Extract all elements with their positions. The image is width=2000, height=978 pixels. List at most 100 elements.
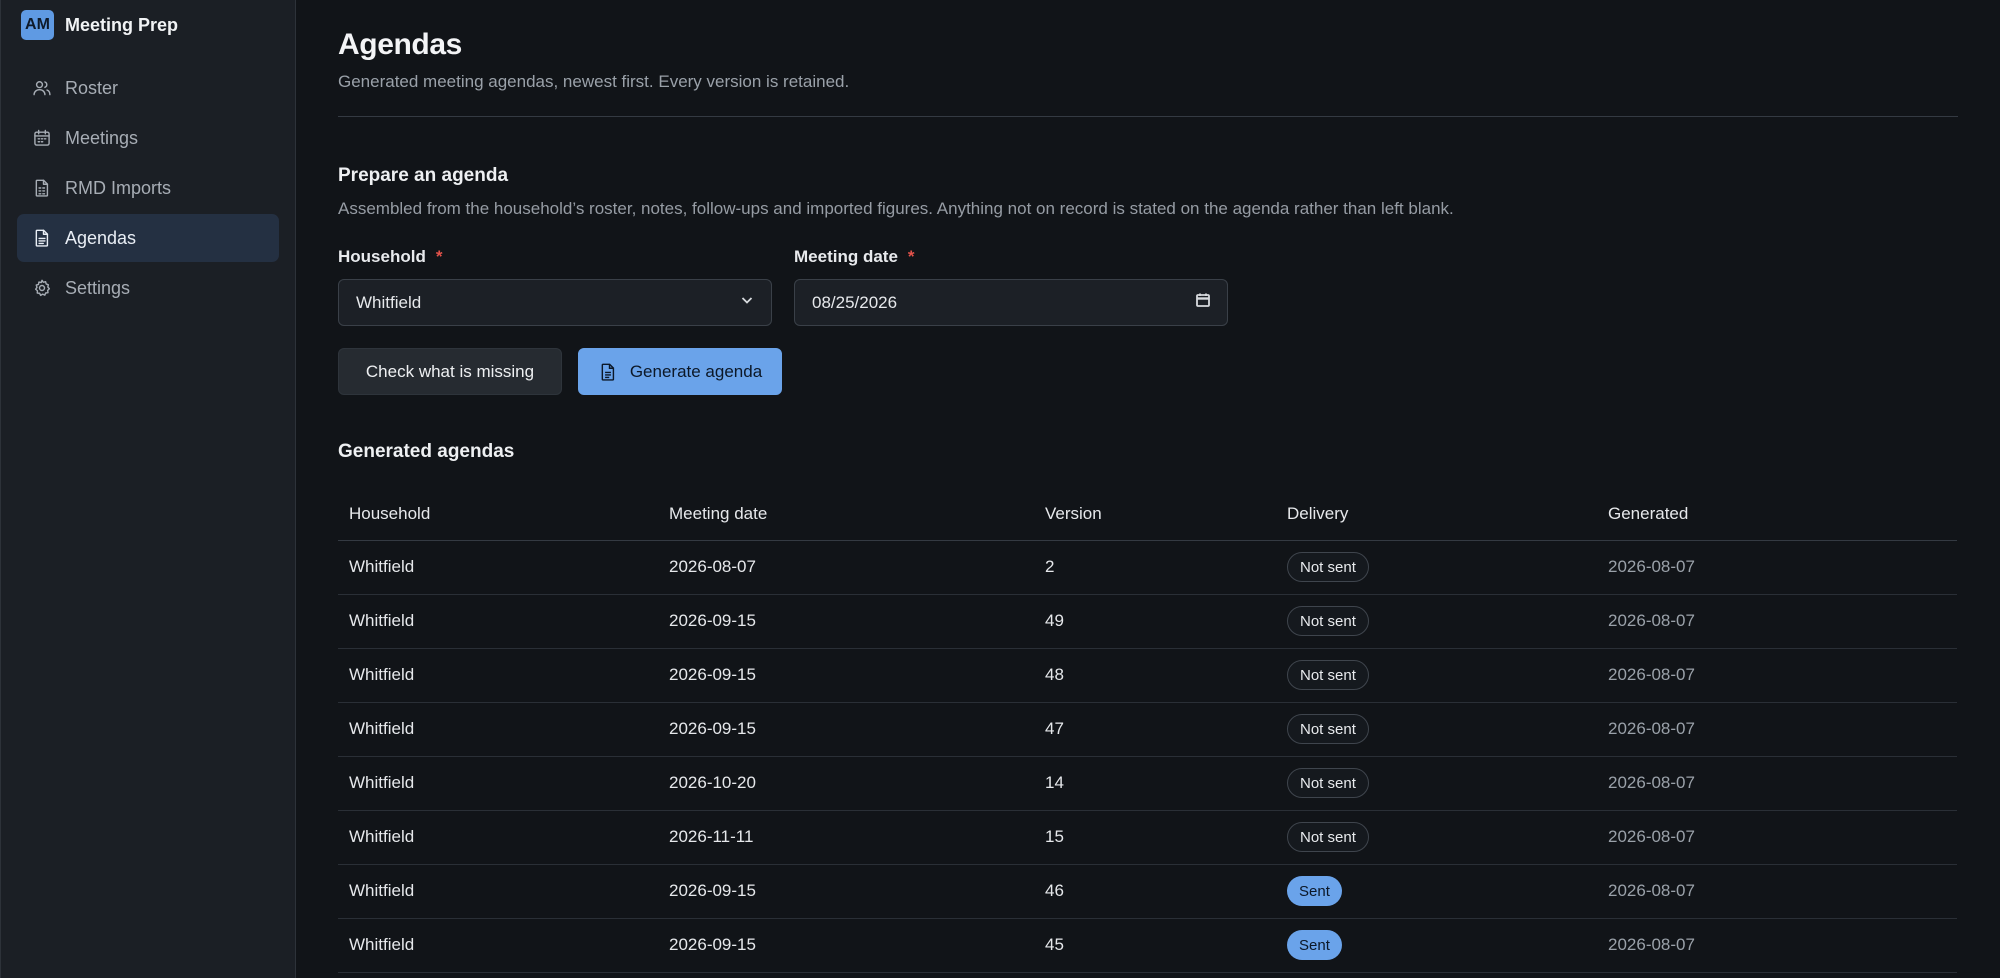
cell-generated: 2026-08-07: [1597, 918, 1957, 973]
column-header-generated[interactable]: Generated: [1597, 489, 1957, 541]
status-badge: Not sent: [1287, 714, 1369, 744]
sidebar-item-label: Roster: [65, 77, 119, 98]
cell-delivery: Not sent: [1276, 810, 1597, 865]
table-row[interactable]: Whitfield 2026-10-20 14 Not sent 2026-08-07: [338, 756, 1957, 811]
table-header-row: Household Meeting date Version Delivery …: [338, 489, 1957, 541]
generate-agenda-button[interactable]: Generate agenda: [578, 348, 782, 395]
agendas-table: Household Meeting date Version Delivery …: [338, 489, 1957, 973]
document-icon: [598, 362, 630, 382]
sidebar-item-agendas[interactable]: Agendas: [17, 214, 279, 262]
status-badge: Sent: [1287, 876, 1342, 906]
cell-meeting-date: 2026-09-15: [658, 918, 1034, 973]
cell-meeting-date: 2026-11-11: [658, 810, 1034, 865]
document-icon: [31, 227, 53, 249]
cell-version: 45: [1034, 918, 1276, 973]
spreadsheet-icon: [31, 177, 53, 199]
cell-household: Whitfield: [338, 648, 658, 703]
column-header-household[interactable]: Household: [338, 489, 658, 541]
generated-agendas-section: Generated agendas Household Meeting date…: [338, 441, 1958, 973]
sidebar-item-meetings[interactable]: Meetings: [17, 114, 279, 162]
calendar-icon: [31, 127, 53, 149]
table-row[interactable]: Whitfield 2026-09-15 47 Not sent 2026-08-07: [338, 702, 1957, 757]
section-title: Prepare an agenda: [338, 165, 509, 186]
table-row[interactable]: Whitfield 2026-09-15 46 Sent 2026-08-07: [338, 864, 1957, 919]
cell-generated: 2026-08-07: [1597, 756, 1957, 811]
status-badge: Not sent: [1287, 768, 1369, 798]
status-badge: Not sent: [1287, 660, 1369, 690]
chevron-down-icon: [739, 292, 755, 313]
cell-household: Whitfield: [338, 756, 658, 811]
cell-delivery: Sent: [1276, 918, 1597, 973]
sidebar-nav: Roster Meetings RMD Imports Agendas Sett…: [1, 64, 295, 312]
table-row[interactable]: Whitfield 2026-11-11 15 Not sent 2026-08-07: [338, 810, 1957, 865]
column-header-meeting-date[interactable]: Meeting date: [658, 489, 1034, 541]
table-title: Generated agendas: [338, 441, 515, 462]
table-row[interactable]: Whitfield 2026-08-07 2 Not sent 2026-08-07: [338, 540, 1957, 595]
table-row[interactable]: Whitfield 2026-09-15 48 Not sent 2026-08-07: [338, 648, 1957, 703]
cell-delivery: Not sent: [1276, 702, 1597, 757]
cell-meeting-date: 2026-09-15: [658, 594, 1034, 649]
household-select[interactable]: Whitfield: [338, 279, 772, 326]
brand[interactable]: AM Meeting Prep: [1, 10, 295, 40]
main-content: Agendas Generated meeting agendas, newes…: [296, 0, 2000, 978]
cell-generated: 2026-08-07: [1597, 648, 1957, 703]
table-row[interactable]: Whitfield 2026-09-15 45 Sent 2026-08-07: [338, 918, 1957, 973]
household-label: Household: [338, 247, 426, 266]
page-title: Agendas: [338, 28, 462, 61]
cell-meeting-date: 2026-09-15: [658, 702, 1034, 757]
meeting-date-value: 08/25/2026: [812, 292, 898, 312]
status-badge: Sent: [1287, 930, 1342, 960]
table-body: Whitfield 2026-08-07 2 Not sent 2026-08-07 Wh…: [338, 540, 1957, 973]
sidebar-item-rmd-imports[interactable]: RMD Imports: [17, 164, 279, 212]
avatar: AM: [21, 10, 54, 40]
cell-household: Whitfield: [338, 594, 658, 649]
cell-household: Whitfield: [338, 918, 658, 973]
cell-generated: 2026-08-07: [1597, 702, 1957, 757]
sidebar: AM Meeting Prep Roster Meetings RMD Impo…: [0, 0, 296, 978]
cell-delivery: Not sent: [1276, 594, 1597, 649]
cell-delivery: Not sent: [1276, 756, 1597, 811]
prepare-agenda-section: Prepare an agenda Assembled from the hou…: [338, 165, 1958, 395]
cell-meeting-date: 2026-09-15: [658, 864, 1034, 919]
page-subtitle: Generated meeting agendas, newest first.…: [338, 72, 850, 91]
section-description: Assembled from the household’s roster, n…: [338, 199, 1454, 218]
cell-meeting-date: 2026-08-07: [658, 540, 1034, 595]
column-header-version[interactable]: Version: [1034, 489, 1276, 541]
household-field: Household * Whitfield: [338, 247, 772, 326]
cell-version: 15: [1034, 810, 1276, 865]
cell-generated: 2026-08-07: [1597, 594, 1957, 649]
cell-version: 49: [1034, 594, 1276, 649]
cell-meeting-date: 2026-10-20: [658, 756, 1034, 811]
cell-delivery: Not sent: [1276, 540, 1597, 595]
check-missing-button[interactable]: Check what is missing: [338, 348, 562, 395]
meeting-date-label: Meeting date: [794, 247, 898, 266]
sidebar-item-roster[interactable]: Roster: [17, 64, 279, 112]
sidebar-item-label: Agendas: [65, 227, 137, 248]
divider: [338, 116, 1958, 117]
cell-generated: 2026-08-07: [1597, 864, 1957, 919]
agenda-form: Household * Whitfield Meeting date * 08/2: [338, 247, 1958, 326]
sidebar-item-settings[interactable]: Settings: [17, 264, 279, 312]
cell-delivery: Not sent: [1276, 648, 1597, 703]
cell-version: 14: [1034, 756, 1276, 811]
status-badge: Not sent: [1287, 606, 1369, 636]
app-shell: AM Meeting Prep Roster Meetings RMD Impo…: [0, 0, 2000, 978]
cell-delivery: Sent: [1276, 864, 1597, 919]
table-row[interactable]: Whitfield 2026-09-15 49 Not sent 2026-08-07: [338, 594, 1957, 649]
required-mark: *: [907, 247, 915, 266]
calendar-picker-icon[interactable]: [1195, 292, 1211, 313]
cell-household: Whitfield: [338, 702, 658, 757]
column-header-delivery[interactable]: Delivery: [1276, 489, 1597, 541]
cell-household: Whitfield: [338, 864, 658, 919]
cell-meeting-date: 2026-09-15: [658, 648, 1034, 703]
meeting-date-field: Meeting date * 08/25/2026: [794, 247, 1228, 326]
required-mark: *: [435, 247, 443, 266]
household-select-value: Whitfield: [356, 292, 422, 312]
cell-generated: 2026-08-07: [1597, 810, 1957, 865]
meeting-date-input[interactable]: 08/25/2026: [794, 279, 1228, 326]
status-badge: Not sent: [1287, 552, 1369, 582]
sidebar-item-label: Settings: [65, 277, 131, 298]
cell-version: 48: [1034, 648, 1276, 703]
cell-household: Whitfield: [338, 540, 658, 595]
form-actions: Check what is missing Generate agenda: [338, 348, 1958, 395]
